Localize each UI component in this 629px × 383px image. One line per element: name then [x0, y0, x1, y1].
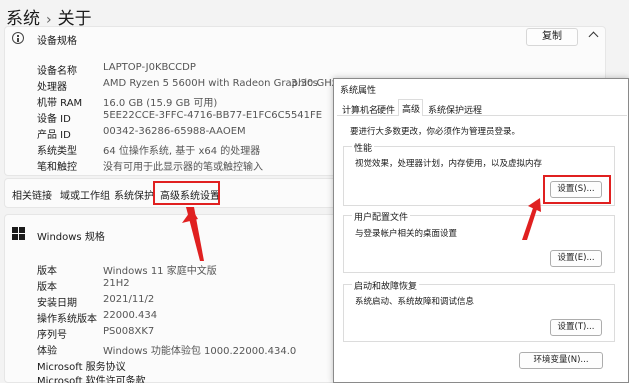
tab-system-protection[interactable]: 系统保护 [428, 103, 464, 116]
tab-computer-name[interactable]: 计算机名 [342, 103, 378, 116]
spec-label: 产品 ID [37, 130, 71, 141]
arrow-annotation [522, 198, 541, 240]
spec-value: AMD Ryzen 5 5600H with Radeon Graphics [103, 78, 318, 89]
highlight-box [153, 181, 220, 205]
spec-value: 21H2 [103, 278, 130, 289]
spec-label: 体验 [37, 346, 57, 357]
spec-label: 安装日期 [37, 298, 77, 309]
link-service-agreement[interactable]: Microsoft 服务协议 [37, 358, 126, 373]
spec-value: 2021/11/2 [103, 294, 155, 305]
user-profiles-desc: 与登录帐户相关的桌面设置 [355, 229, 458, 239]
performance-desc: 视觉效果，处理器计划，内存使用，以及虚拟内存 [355, 159, 543, 169]
spec-label: 笔和触控 [37, 162, 77, 173]
dialog-title: 系统属性 [340, 86, 377, 96]
spec-label: 设备 ID [37, 114, 71, 125]
spec-value: 没有可用于此显示器的笔或触控输入 [103, 162, 263, 173]
performance-group-title: 性能 [352, 141, 375, 154]
spec-value: 64 位操作系统, 基于 x64 的处理器 [103, 146, 261, 157]
spec-label: 序列号 [37, 330, 67, 341]
spec-label: 版本 [37, 266, 57, 277]
user-profiles-group-title: 用户配置文件 [352, 210, 411, 223]
spec-value: 22000.434 [103, 310, 158, 321]
link-license-terms[interactable]: Microsoft 软件许可条款 [37, 372, 146, 383]
startup-recovery-desc: 系统启动、系统故障和调试信息 [355, 297, 475, 307]
spec-label: 机带 RAM [37, 98, 83, 109]
startup-recovery-group-title: 启动和故障恢复 [352, 279, 420, 292]
spec-value: 00342-36286-65988-AAOEM [103, 126, 246, 137]
windows-spec-title: Windows 规格 [37, 232, 105, 243]
spec-label: 处理器 [37, 82, 67, 93]
tab-remote[interactable]: 远程 [464, 103, 482, 116]
spec-value: Windows 功能体验包 1000.22000.434.0 [103, 346, 297, 357]
spec-label: 操作系统版本 [37, 314, 97, 325]
spec-label: 系统类型 [37, 146, 77, 157]
spec-value: PS008XK7 [103, 326, 155, 337]
spec-value: 16.0 GB (15.9 GB 可用) [103, 98, 218, 109]
arrow-annotation [182, 207, 204, 261]
cpu-frequency: 3.30 GHz [291, 78, 337, 89]
startup-recovery-settings-button[interactable]: 设置(T)... [550, 319, 602, 336]
spec-label: 设备名称 [37, 66, 77, 77]
device-spec-title: 设备规格 [37, 36, 77, 47]
spec-value: LAPTOP-J0KBCCDP [103, 62, 196, 73]
user-profiles-settings-button[interactable]: 设置(E)... [550, 250, 602, 267]
link-system-protection[interactable]: 系统保护 [114, 187, 154, 202]
admin-notice: 要进行大多数更改，你必须作为管理员登录。 [350, 127, 521, 137]
windows-logo-icon [12, 227, 25, 240]
tab-advanced[interactable]: 高级 [402, 102, 420, 115]
spec-label: 版本 [37, 282, 57, 293]
highlight-box [543, 175, 611, 204]
tab-hardware[interactable]: 硬件 [377, 103, 395, 116]
related-links-heading: 相关链接 [12, 191, 52, 202]
environment-variables-button[interactable]: 环境变量(N)... [519, 352, 603, 369]
copy-button[interactable]: 复制 [526, 28, 578, 46]
spec-value: 5EE22CCE-3FFC-4716-BB77-E1FC6C5541FE [103, 110, 323, 121]
info-icon [12, 32, 24, 44]
link-domain-workgroup[interactable]: 域或工作组 [60, 187, 110, 202]
